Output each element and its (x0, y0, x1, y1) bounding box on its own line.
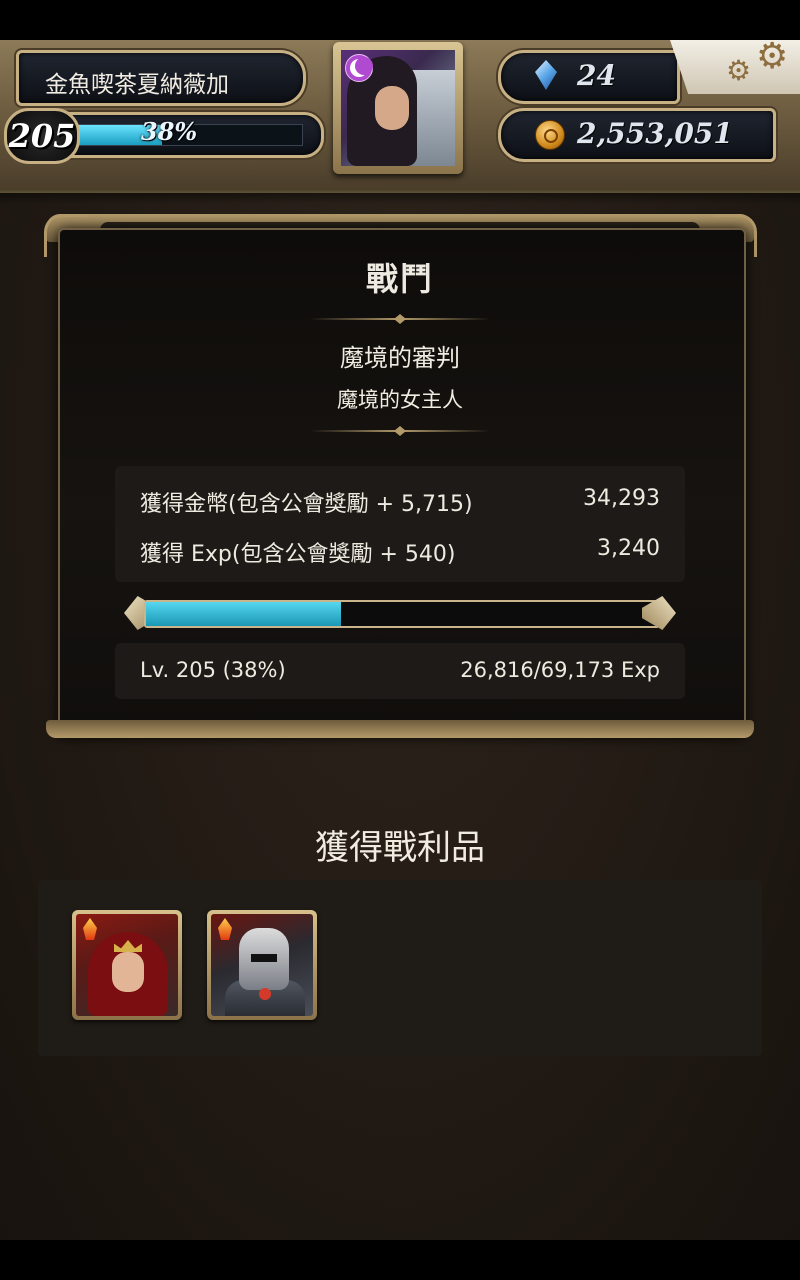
stage-name: 魔境的女主人 (337, 388, 463, 412)
gold-reward-label: 獲得金幣(包含公會獎勵 + 5,715) (140, 492, 473, 517)
exp-text: 26,816/69,173 Exp (460, 658, 660, 682)
fire-element-icon (83, 918, 97, 940)
gear-icon: ⚙ (756, 36, 789, 77)
level-progress-bar (124, 592, 676, 634)
navigation-bar (0, 1240, 800, 1280)
top-hud: 金魚喫茶夏納薇加 38% 205 24 2,553,051 ⚙ ⚙ (0, 40, 800, 204)
player-level-badge: 205 (4, 108, 80, 164)
player-name: 金魚喫茶夏納薇加 (45, 72, 229, 98)
queen-card-art (76, 914, 178, 1016)
level-text: Lv. 205 (38%) (140, 658, 286, 682)
settings-button[interactable]: ⚙ ⚙ (670, 40, 800, 94)
knight-card-art (211, 914, 313, 1016)
gold-counter[interactable]: 2,553,051 (498, 108, 776, 162)
gold-reward-value: 34,293 (583, 486, 660, 511)
exp-reward-value: 3,240 (597, 536, 660, 561)
gold-count: 2,553,051 (577, 117, 733, 150)
gear-icon: ⚙ (726, 54, 752, 87)
loot-title: 獲得戰利品 (315, 828, 485, 868)
gem-counter[interactable]: 24 (498, 50, 680, 104)
divider-ornament (310, 426, 490, 436)
player-level: 205 (8, 117, 76, 155)
exp-reward-label: 獲得 Exp(包含公會獎勵 + 540) (140, 542, 456, 567)
loot-item-card[interactable] (72, 910, 182, 1020)
coin-icon (535, 120, 565, 150)
moon-element-icon (345, 54, 373, 82)
player-exp-bar: 38% (62, 112, 324, 158)
status-bar (0, 0, 800, 40)
loot-item-card[interactable] (207, 910, 317, 1020)
level-progress-fill (146, 602, 341, 626)
leader-portrait (341, 50, 455, 166)
panel-bottom-frame (46, 720, 754, 738)
gem-icon (535, 60, 557, 90)
player-exp-percent: 38% (141, 117, 198, 146)
gem-count: 24 (577, 59, 616, 92)
leader-portrait-button[interactable] (333, 42, 463, 174)
battle-title: 戰鬥 (365, 260, 434, 298)
divider-ornament (310, 314, 490, 324)
quest-name: 魔境的審判 (340, 344, 460, 372)
player-name-plate[interactable]: 金魚喫茶夏納薇加 (16, 50, 306, 106)
fire-element-icon (218, 918, 232, 940)
